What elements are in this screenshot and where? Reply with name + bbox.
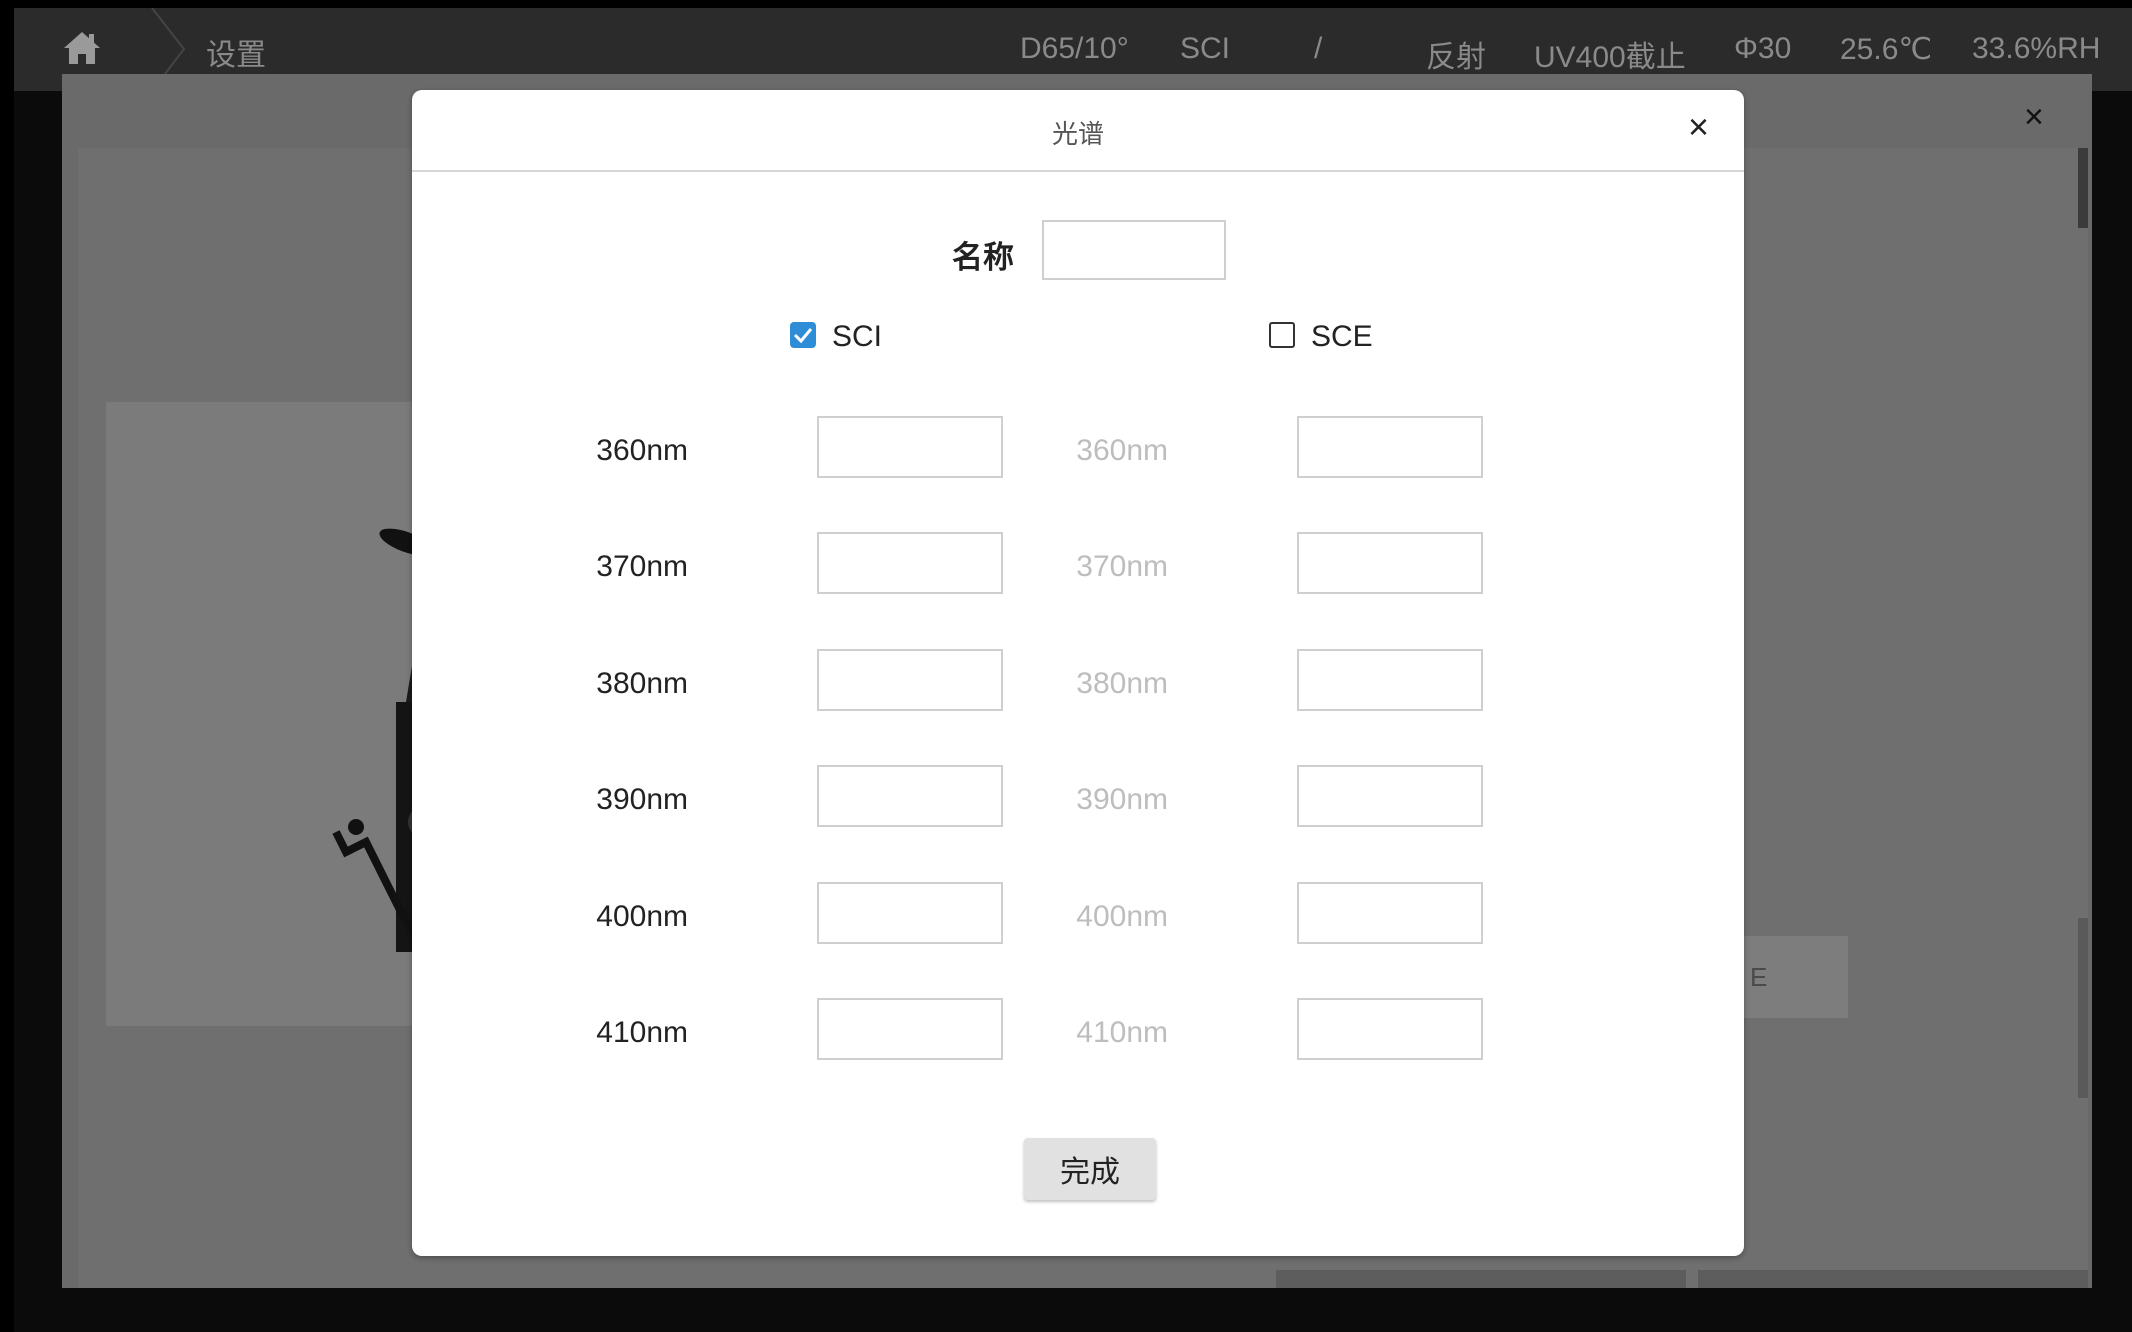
status-separator: / — [1314, 32, 1323, 65]
status-mode: SCI — [1180, 32, 1231, 65]
background-footer-b — [1698, 1270, 2088, 1288]
sci-wavelength-label: 370nm — [596, 550, 688, 583]
home-icon[interactable] — [62, 30, 102, 66]
sce-value-input[interactable] — [1297, 882, 1483, 944]
sci-value-input[interactable] — [817, 882, 1003, 944]
sce-wavelength-label: 400nm — [1076, 900, 1168, 933]
status-aperture: Φ30 — [1734, 32, 1792, 65]
sci-value-input[interactable] — [817, 765, 1003, 827]
sce-label: SCE — [1311, 320, 1373, 353]
background-footer-a — [1276, 1270, 1686, 1288]
sci-wavelength-label: 390nm — [596, 783, 688, 816]
sce-checkbox[interactable] — [1269, 322, 1295, 348]
status-illuminant: D65/10° — [1020, 32, 1129, 65]
sce-wavelength-label: 360nm — [1076, 434, 1168, 467]
dialog-title: 光谱 — [1051, 119, 1104, 149]
sce-value-input[interactable] — [1297, 649, 1483, 711]
background-tab — [2078, 148, 2088, 228]
name-label: 名称 — [952, 240, 1014, 275]
status-uv: UV400截止 — [1534, 41, 1686, 74]
close-icon[interactable]: × — [1688, 106, 1709, 148]
sce-wavelength-label: 410nm — [1076, 1016, 1168, 1049]
sci-value-input[interactable] — [817, 998, 1003, 1060]
sce-value-input[interactable] — [1297, 532, 1483, 594]
sce-wavelength-label: 390nm — [1076, 783, 1168, 816]
background-button: E — [1734, 936, 1848, 1018]
sce-value-input[interactable] — [1297, 765, 1483, 827]
sci-label: SCI — [832, 320, 883, 353]
sci-wavelength-label: 400nm — [596, 900, 688, 933]
app-screen: 设置 D65/10° SCI / 反射 UV400截止 Φ30 25.6℃ 33… — [14, 8, 2132, 1332]
sci-checkbox[interactable] — [790, 322, 816, 348]
done-button[interactable]: 完成 — [1024, 1138, 1156, 1200]
status-measure-type: 反射 — [1426, 41, 1486, 74]
sci-wavelength-label: 410nm — [596, 1016, 688, 1049]
spectrum-dialog: 光谱 × 名称 SCI SCE 360nm 360nm 370nm 370nm … — [412, 90, 1744, 1256]
status-temperature: 25.6℃ — [1840, 33, 1933, 66]
sci-value-input[interactable] — [817, 532, 1003, 594]
checkmark-icon — [793, 328, 813, 344]
sci-wavelength-label: 380nm — [596, 667, 688, 700]
background-scrollbar — [2078, 918, 2088, 1098]
name-input[interactable] — [1042, 220, 1226, 280]
sce-wavelength-label: 370nm — [1076, 550, 1168, 583]
background-close-icon: × — [2024, 98, 2044, 136]
dialog-header: 光谱 × — [412, 90, 1744, 172]
sci-value-input[interactable] — [817, 649, 1003, 711]
sce-value-input[interactable] — [1297, 998, 1483, 1060]
sce-wavelength-label: 380nm — [1076, 667, 1168, 700]
sci-wavelength-label: 360nm — [596, 434, 688, 467]
background-button-label: E — [1750, 962, 1768, 992]
sce-value-input[interactable] — [1297, 416, 1483, 478]
status-humidity: 33.6%RH — [1972, 32, 2101, 65]
sci-value-input[interactable] — [817, 416, 1003, 478]
breadcrumb-title: 设置 — [206, 39, 266, 72]
